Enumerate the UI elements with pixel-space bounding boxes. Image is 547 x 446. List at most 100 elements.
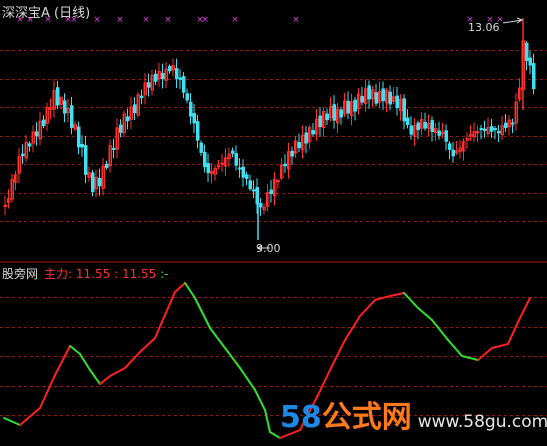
indicator-segment: [164, 291, 176, 316]
watermark-url: www.58gu.com: [417, 412, 547, 432]
candle-body: [532, 63, 536, 90]
indicator-segment: [224, 347, 241, 369]
indicator-segment: [431, 319, 449, 341]
candle-body: [437, 130, 441, 136]
candle-body: [406, 117, 410, 126]
indicator-segment: [124, 351, 141, 369]
candle-body: [497, 130, 501, 134]
candle-body: [430, 120, 434, 133]
indicator-segment: [491, 343, 509, 349]
low-price-label: 9.00: [256, 242, 281, 255]
candle-body: [238, 167, 242, 170]
candle-body: [252, 189, 256, 192]
candle-body: [84, 145, 88, 175]
chart-canvas[interactable]: × × × ×× × × × × ×× × × × × ×: [0, 0, 547, 446]
candle-body: [234, 153, 238, 166]
candle-body: [339, 109, 343, 118]
candle-body: [304, 132, 308, 144]
candle-body: [154, 73, 158, 82]
candle-body: [140, 95, 144, 99]
candle-body: [479, 128, 483, 131]
candle-body: [493, 128, 497, 131]
indicator-suffix: :-: [160, 267, 169, 281]
indicator-segment: [507, 321, 519, 345]
signal-marker: ×: [164, 15, 172, 25]
indicator-segment: [359, 299, 376, 317]
candle-body: [346, 100, 350, 114]
indicator-segment: [403, 292, 419, 309]
indicator-segment: [517, 297, 531, 323]
chart-title: 深深宝A (日线): [2, 6, 91, 21]
candle-body: [525, 42, 529, 61]
indicator-segment: [209, 327, 226, 349]
indicator-segment: [269, 431, 281, 439]
indicator-segment: [389, 292, 405, 297]
signal-marker: ×: [231, 15, 239, 25]
candle-body: [402, 98, 406, 122]
high-arrow: [502, 17, 524, 24]
signal-marker: ×: [142, 15, 150, 25]
candle-body: [220, 162, 224, 165]
candle-body: [119, 124, 123, 133]
indicator-segment: [139, 337, 156, 353]
candle-body: [42, 119, 46, 127]
candle-body: [98, 178, 102, 187]
indicator-segment: [154, 314, 166, 339]
candle-body: [203, 152, 207, 168]
indicator-segment: [417, 307, 433, 321]
candle-body: [381, 88, 385, 102]
candle-body: [283, 163, 287, 167]
candle-body: [70, 105, 74, 128]
candle-body: [318, 115, 322, 128]
candle-body: [241, 166, 245, 178]
indicator-header: 股旁网 主力: 11.55 : 11.55 :-: [2, 265, 169, 282]
indicator-segment: [329, 339, 346, 371]
candle-body: [276, 180, 280, 183]
high-price-label: 13.06: [468, 21, 500, 34]
candle-body: [168, 65, 172, 72]
candle-body: [325, 113, 329, 121]
indicator-segment: [374, 295, 391, 301]
indicator-name: 股旁网: [2, 267, 39, 281]
candle-body: [196, 121, 200, 141]
candle-body: [161, 73, 165, 80]
indicator-segment: [194, 297, 211, 329]
indicator-segment: [3, 417, 21, 426]
candle-body: [353, 99, 357, 112]
candle-body: [206, 163, 210, 174]
candle-body: [175, 68, 179, 79]
candle-body: [528, 57, 532, 66]
candle-body: [290, 150, 294, 157]
candle-body: [56, 87, 60, 106]
candle-body: [297, 142, 301, 149]
indicator-segment: [39, 374, 56, 409]
indicator-value-2: 11.55: [121, 267, 157, 281]
candle-body: [28, 143, 32, 147]
candle-body: [217, 165, 221, 168]
watermark: 58公式网 www.58gu.com: [280, 392, 547, 436]
candle-body: [248, 180, 252, 190]
candle-body: [332, 104, 336, 121]
indicator-line-label: 主力:: [44, 267, 73, 281]
candle-body: [451, 149, 455, 157]
candlestick-series[interactable]: [3, 18, 536, 240]
indicator-segment: [184, 282, 196, 299]
candle-body: [441, 132, 445, 135]
indicator-segment: [344, 315, 361, 341]
indicator-segment: [254, 389, 266, 411]
candle-body: [490, 126, 494, 132]
watermark-brand: 公式网: [321, 400, 412, 435]
candle-body: [133, 104, 137, 114]
candle-body: [77, 126, 81, 148]
indicator-segment: [89, 369, 101, 385]
candle-body: [504, 122, 508, 129]
candle-body: [126, 116, 130, 122]
candle-body: [182, 76, 186, 93]
signal-marker: ×: [116, 15, 124, 25]
indicator-segment: [174, 282, 186, 293]
watermark-number: 58: [280, 400, 322, 435]
candle-body: [185, 93, 189, 101]
signal-marker: ×: [93, 15, 101, 25]
candle-body: [91, 172, 95, 193]
candle-body: [395, 95, 399, 109]
